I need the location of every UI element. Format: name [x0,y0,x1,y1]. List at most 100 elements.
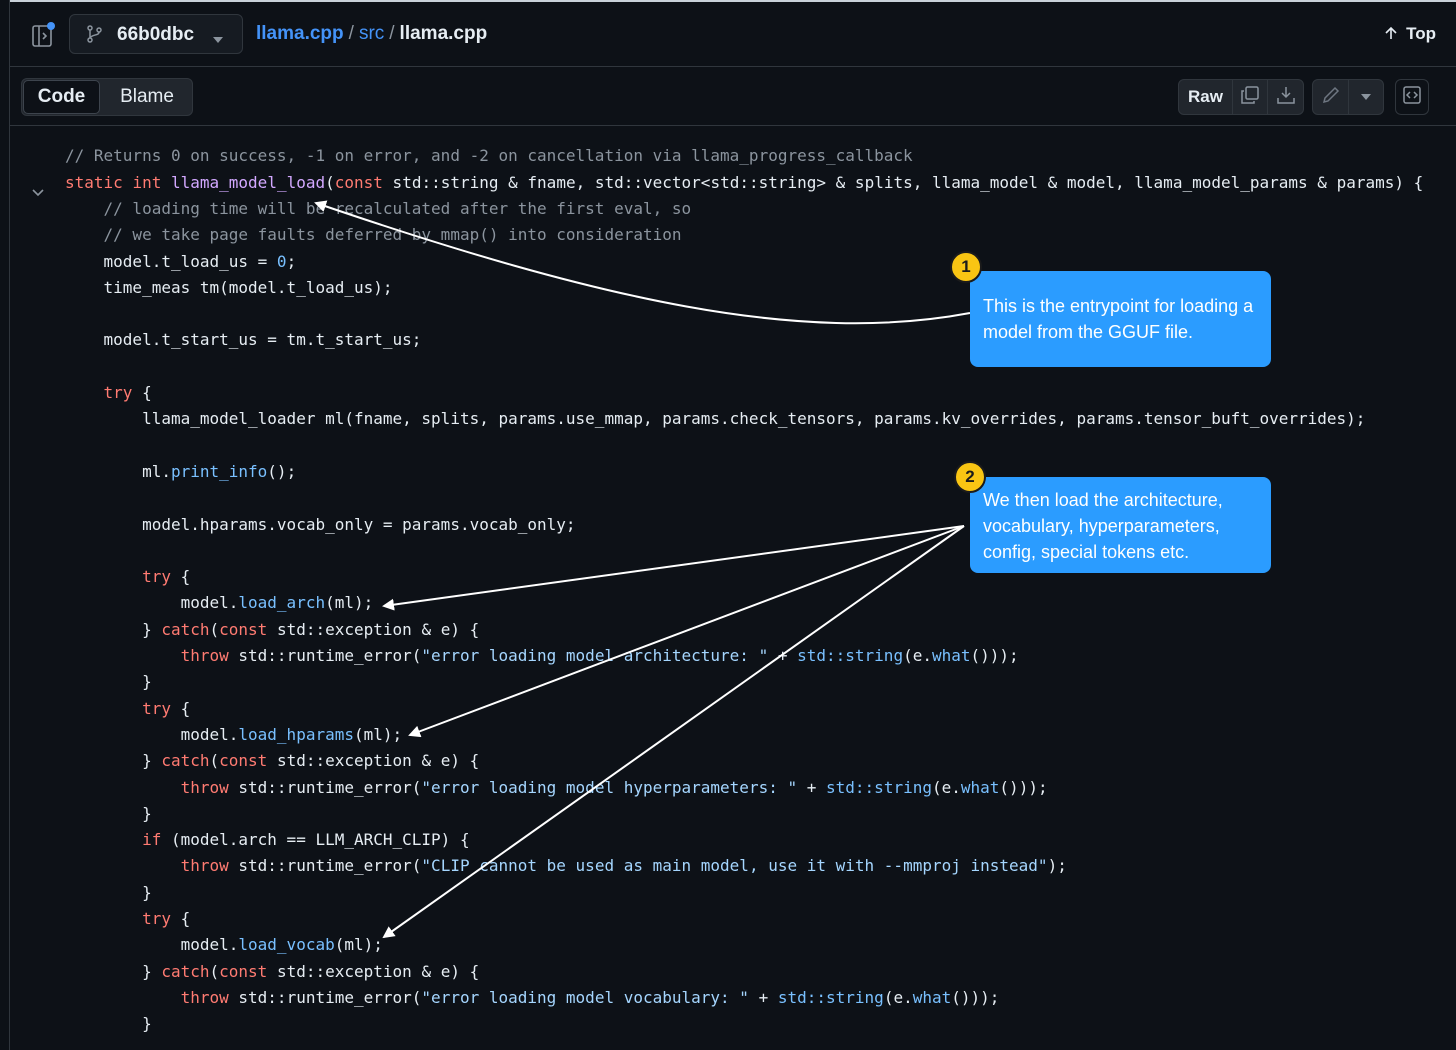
edit-dropdown-button[interactable] [1349,80,1383,114]
code-text: model.t_start_us = tm.t_start_us; [65,327,422,353]
code-line: 1 model.load_vocab(ml); [10,932,1450,958]
code-token: std::string [777,987,884,1007]
code-token: { [170,909,191,928]
breadcrumb-dir-link[interactable]: src [359,23,384,44]
line-number[interactable]: 6 [10,275,20,301]
copy-button[interactable] [1233,80,1268,114]
line-number[interactable]: 2 [10,696,20,722]
code-token: std::string & fname, std::vector<std::st… [382,172,1424,192]
code-token: const [219,961,268,981]
code-line: 4 } catch(const std::exception & e) { [10,748,1450,774]
line-number[interactable]: 1 [10,669,20,695]
code-token: ())); [999,777,1048,797]
file-header: 66b0dbc llama.cpp / src / llama.cpp Top [10,2,1456,67]
line-number[interactable]: 2 [10,959,20,985]
sidebar-toggle-icon[interactable] [32,22,55,47]
line-number[interactable]: 4 [10,1011,20,1037]
line-number[interactable]: 5 [10,775,20,801]
code-line: 3 model.load_hparams(ml); [10,722,1450,748]
code-text: throw std::runtime_error("error loading … [65,775,1048,801]
chevron-down-icon [1361,88,1371,106]
line-number[interactable]: 7 [10,564,20,590]
line-number[interactable]: 0 [10,643,20,669]
code-token: // Returns 0 on success, -1 on error, an… [65,146,913,166]
line-number[interactable]: 9 [10,617,20,643]
line-number[interactable]: 2 [10,433,20,459]
code-text: throw std::runtime_error("error loading … [65,985,1000,1011]
code-token: load_hparams [238,724,354,744]
code-token: ())); [970,646,1019,665]
top-button[interactable]: Top [1384,24,1436,44]
code-token: { [170,567,191,587]
annotation-badge-1: 1 [950,251,982,283]
code-token: ( [209,961,220,981]
code-token: std::exception & e) { [267,961,480,981]
line-number[interactable]: 8 [10,590,20,616]
code-line: 6 } [10,801,1450,827]
line-number[interactable]: 4 [10,748,20,774]
tab-blame[interactable]: Blame [102,80,192,114]
annotation-text-2: We then load the architecture, vocabular… [983,490,1223,562]
code-token: catch [161,619,210,639]
line-number[interactable]: 5 [10,512,20,538]
edit-button[interactable] [1313,80,1349,114]
line-number[interactable]: 6 [10,538,20,564]
code-text: throw std::runtime_error("error loading … [65,643,1019,669]
code-line: 0 try { [10,380,1450,406]
download-button[interactable] [1268,80,1303,114]
code-line: 1 llama_model_loader ml(fname, splits, p… [10,406,1450,432]
code-text: try { [65,696,190,722]
code-token: } [65,619,162,639]
code-token: (model.arch == LLM_ARCH_CLIP) { [161,830,470,850]
code-token: } [65,751,162,771]
line-number[interactable]: 3 [10,196,20,222]
line-number[interactable]: 3 [10,722,20,748]
code-token: throw [180,987,229,1007]
line-number[interactable]: 1 [10,932,20,958]
line-number[interactable]: 0 [10,126,20,143]
line-number[interactable]: 0 [10,906,20,932]
edit-actions-group [1312,79,1384,115]
code-token: (e. [903,646,932,665]
code-token: model.t_start_us = tm.t_start_us; [65,330,422,350]
line-number[interactable]: 7 [10,301,20,327]
line-number[interactable]: 4 [10,485,20,511]
line-number[interactable]: 7 [10,827,20,853]
code-line: 3 throw std::runtime_error("error loadin… [10,985,1450,1011]
branch-selector-button[interactable]: 66b0dbc [69,14,243,54]
code-token: ; [286,251,297,271]
line-number[interactable]: 6 [10,801,20,827]
code-token: } [65,1014,152,1034]
code-token: what [960,777,1000,797]
line-number[interactable]: 4 [10,222,20,248]
line-number[interactable]: 3 [10,459,20,485]
line-number[interactable]: 0 [10,380,20,406]
code-token: model. [65,593,239,613]
line-number[interactable]: 1 [10,406,20,432]
code-token: // we take page faults deferred by mmap(… [65,225,682,245]
code-view: 01// Returns 0 on success, -1 on error, … [10,126,1456,1050]
code-line: 2 try { [10,696,1450,722]
line-number[interactable]: 9 [10,880,20,906]
line-number[interactable]: 2 [10,170,20,196]
line-number[interactable]: 5 [10,249,20,275]
breadcrumb-separator: / [389,23,395,44]
raw-button[interactable]: Raw [1179,80,1233,114]
code-token: (e. [931,777,961,797]
fold-chevron-icon[interactable] [32,179,44,196]
breadcrumb-repo-link[interactable]: llama.cpp [256,23,344,44]
tab-code[interactable]: Code [23,80,100,114]
line-number[interactable]: 9 [10,354,20,380]
symbols-panel-button[interactable] [1395,79,1429,115]
code-text: } catch(const std::exception & e) { [65,959,479,985]
code-token: what [912,987,952,1007]
line-number[interactable]: 8 [10,853,20,879]
line-number[interactable]: 8 [10,327,20,353]
code-token: std::runtime_error( [228,777,422,797]
line-number[interactable]: 1 [10,143,20,169]
code-token: ); [1047,856,1067,876]
annotation-callout-2: We then load the architecture, vocabular… [970,477,1271,573]
code-text: } [65,801,152,827]
line-number[interactable]: 3 [10,985,20,1011]
